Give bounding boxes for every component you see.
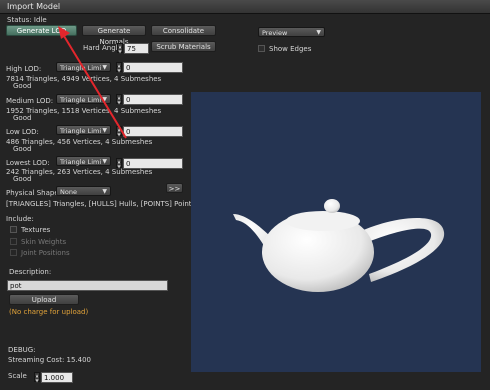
annotation-arrow [58, 26, 127, 139]
import-model-window: Import Model Status: Idle Generate LOD G… [0, 0, 490, 390]
